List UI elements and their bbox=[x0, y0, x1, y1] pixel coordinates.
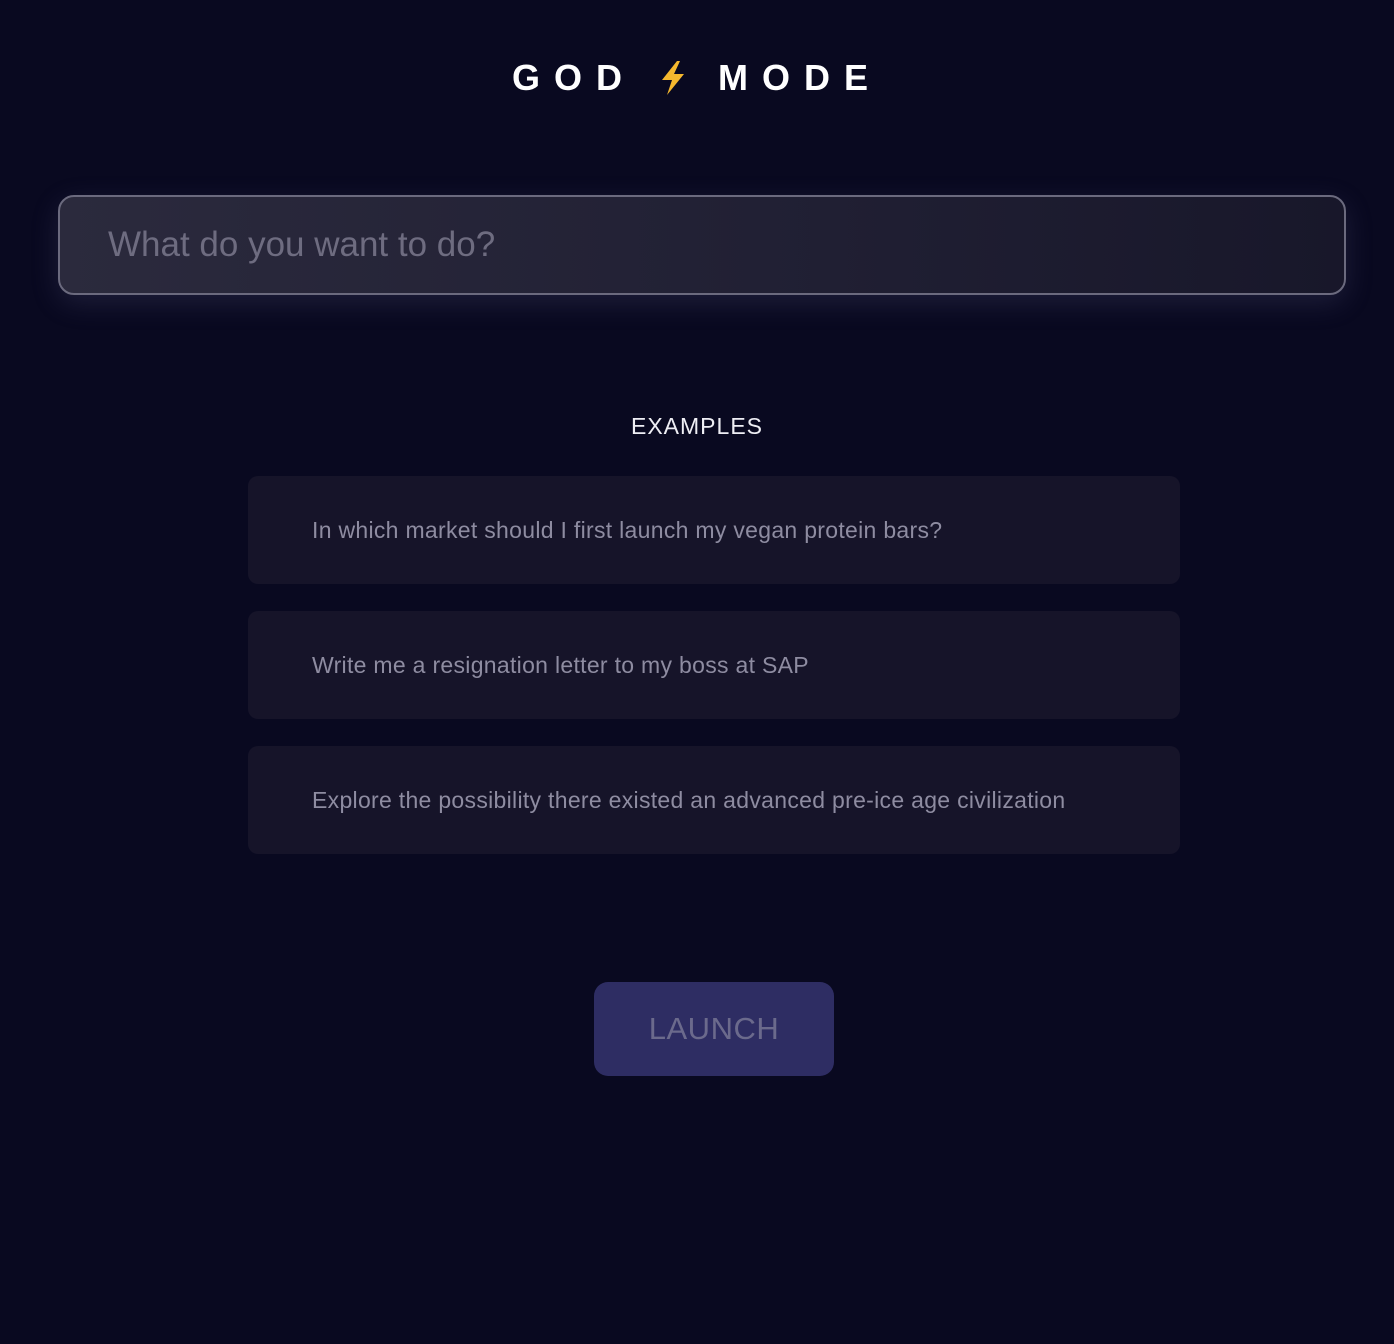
example-item-pre-ice-age-civilization[interactable]: Explore the possibility there existed an… bbox=[248, 746, 1180, 854]
search-box bbox=[58, 195, 1346, 295]
example-item-label: Write me a resignation letter to my boss… bbox=[312, 651, 809, 678]
example-item-resignation-letter[interactable]: Write me a resignation letter to my boss… bbox=[248, 611, 1180, 719]
app-title: GOD MODE bbox=[0, 56, 1394, 100]
title-god: GOD bbox=[511, 57, 636, 98]
search-input[interactable] bbox=[60, 197, 1344, 293]
launch-button[interactable]: LAUNCH bbox=[594, 982, 834, 1076]
examples-heading: EXAMPLES bbox=[631, 413, 763, 439]
example-item-label: Explore the possibility there existed an… bbox=[312, 786, 1066, 813]
page: GOD MODE EXAMPLES In which market should… bbox=[0, 0, 1394, 1344]
launch-button-label: LAUNCH bbox=[648, 1011, 780, 1046]
title-mode: MODE bbox=[718, 57, 882, 98]
example-item-label: In which market should I first launch my… bbox=[312, 516, 943, 543]
lightning-bolt-icon bbox=[658, 60, 688, 96]
example-item-vegan-protein-bars[interactable]: In which market should I first launch my… bbox=[248, 476, 1180, 584]
